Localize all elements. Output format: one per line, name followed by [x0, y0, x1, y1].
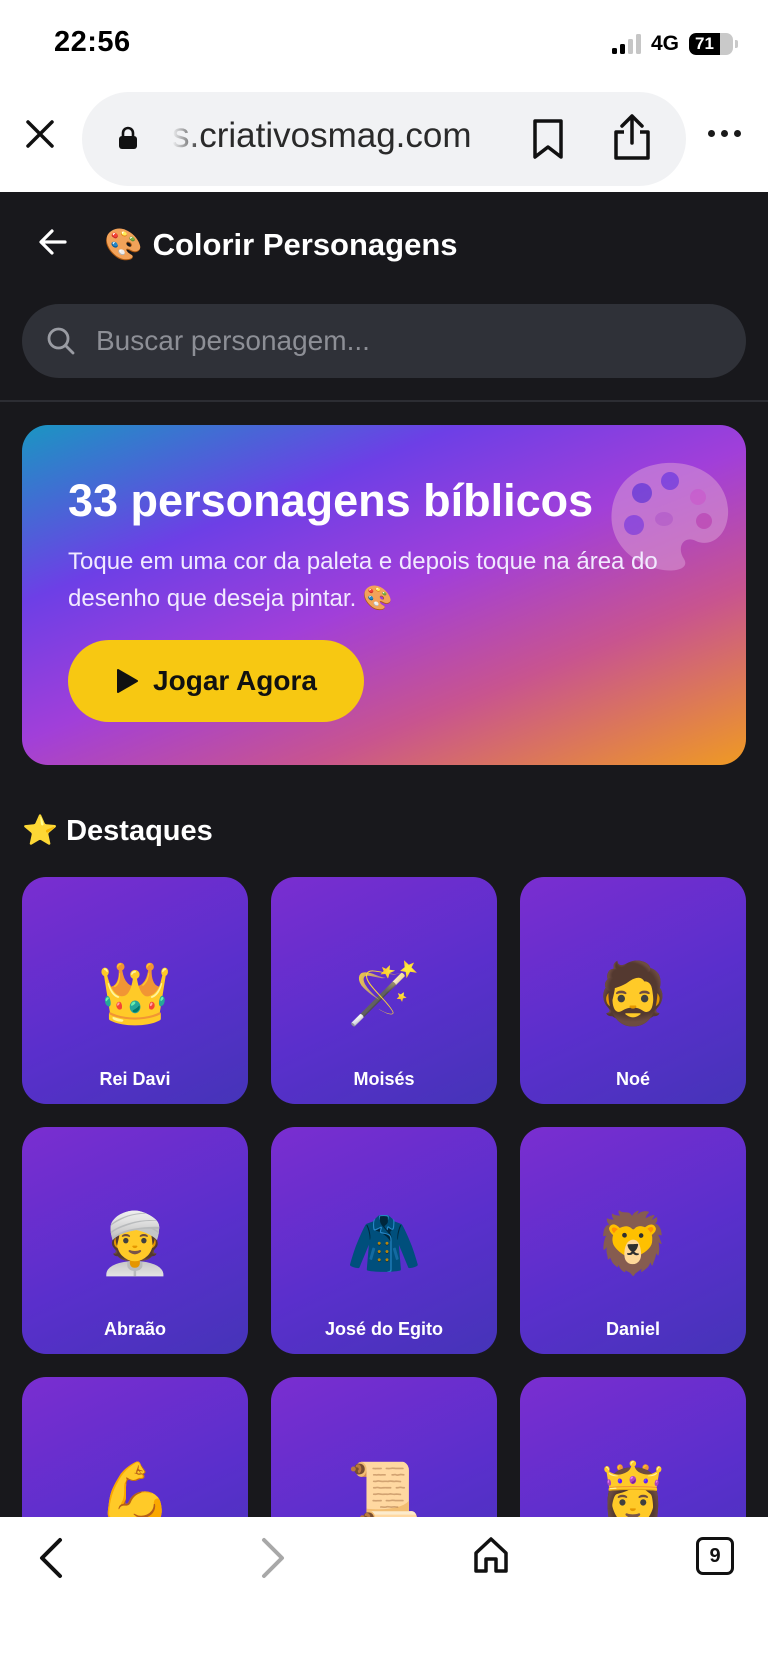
- hero-title: 33 personagens bíblicos: [68, 475, 594, 526]
- more-dot: [708, 130, 715, 137]
- arrow-left-icon: [39, 229, 67, 255]
- crown-icon: 👑: [97, 959, 173, 1029]
- scroll-icon: 📜: [346, 1459, 422, 1517]
- address-bar[interactable]: s.criativosmag.com: [82, 92, 686, 186]
- character-name: Noé: [615, 1069, 650, 1089]
- close-button[interactable]: [22, 116, 58, 152]
- battery-cap: [735, 40, 738, 48]
- more-button[interactable]: [708, 130, 741, 137]
- character-name: Abraão: [103, 1319, 166, 1339]
- page-title: 🎨 Colorir Personagens: [104, 226, 458, 263]
- browser-back-button[interactable]: [36, 1537, 68, 1584]
- play-now-label: Jogar Agora: [153, 665, 317, 696]
- character-card[interactable]: 💪: [22, 1377, 248, 1517]
- share-button[interactable]: [612, 112, 652, 167]
- home-button[interactable]: [472, 1535, 510, 1580]
- turban-man-icon: 👳: [97, 1209, 173, 1279]
- star-icon: ⭐: [22, 815, 59, 847]
- lock-icon: [119, 126, 137, 149]
- character-card[interactable]: 🧔 Noé: [520, 877, 746, 1104]
- character-card[interactable]: 👳 Abraão: [22, 1127, 248, 1354]
- play-icon: [117, 669, 139, 693]
- bookmark-icon: [533, 119, 563, 159]
- status-bar: 22:56 4G 71: [0, 0, 768, 90]
- character-card[interactable]: 🧥 José do Egito: [271, 1127, 497, 1354]
- tabs-button[interactable]: 9: [696, 1537, 734, 1575]
- character-grid: 👑 Rei Davi 🪄 Moisés 🧔 Noé 👳 Abraão 🧥 Jos…: [22, 877, 746, 1517]
- character-name: Daniel: [605, 1319, 661, 1339]
- play-now-button[interactable]: Jogar Agora: [68, 640, 364, 722]
- palette-icon: 🎨: [104, 227, 143, 262]
- more-dot: [721, 130, 728, 137]
- coat-icon: 🧥: [346, 1209, 422, 1279]
- app-header: 🎨 Colorir Personagens: [0, 192, 768, 402]
- search-box[interactable]: [22, 304, 746, 378]
- chevron-right-icon: [262, 1538, 284, 1578]
- search-icon: [47, 327, 75, 355]
- url-fade: [172, 110, 202, 166]
- princess-icon: 👸: [595, 1459, 671, 1517]
- header-divider: [0, 400, 768, 402]
- search-input[interactable]: [96, 304, 716, 378]
- chevron-left-icon: [40, 1538, 62, 1578]
- browser-forward-button[interactable]: [256, 1537, 288, 1584]
- browser-toolbar: 9: [0, 1517, 768, 1662]
- share-icon: [614, 114, 650, 160]
- character-card[interactable]: 📜: [271, 1377, 497, 1517]
- network-label: 4G: [650, 32, 679, 55]
- character-card[interactable]: 👸: [520, 1377, 746, 1517]
- character-name: José do Egito: [324, 1319, 443, 1339]
- back-button[interactable]: [38, 228, 68, 261]
- battery-percent: 71: [695, 34, 714, 53]
- status-time: 22:56: [54, 26, 131, 58]
- section-title-text: Destaques: [66, 814, 213, 847]
- character-name: Rei Davi: [99, 1069, 171, 1089]
- page-content: 🎨 Colorir Personagens 33 personagens bíb…: [0, 192, 768, 1517]
- character-card[interactable]: 🪄 Moisés: [271, 877, 497, 1104]
- signal-icon: [611, 34, 641, 54]
- section-title: ⭐ Destaques: [22, 814, 213, 848]
- more-dot: [734, 130, 741, 137]
- magic-wand-icon: 🪄: [346, 959, 422, 1029]
- bookmark-button[interactable]: [532, 118, 564, 165]
- character-card[interactable]: 🦁 Daniel: [520, 1127, 746, 1354]
- hero-banner: 33 personagens bíblicos Toque em uma cor…: [22, 425, 746, 765]
- home-icon: [474, 1537, 508, 1573]
- close-icon: [26, 120, 54, 148]
- battery-icon: 71: [689, 33, 733, 55]
- hero-description: Toque em uma cor da paleta e depois toqu…: [68, 548, 658, 612]
- status-indicators: 4G 71: [611, 32, 738, 56]
- url-text: s.criativosmag.com: [172, 116, 472, 155]
- page-title-text: Colorir Personagens: [152, 226, 458, 262]
- character-name: Moisés: [353, 1069, 415, 1089]
- lion-icon: 🦁: [595, 1209, 671, 1279]
- flexed-biceps-icon: 💪: [97, 1459, 173, 1517]
- bearded-man-icon: 🧔: [595, 959, 671, 1029]
- browser-bar: s.criativosmag.com: [0, 90, 768, 192]
- character-card[interactable]: 👑 Rei Davi: [22, 877, 248, 1104]
